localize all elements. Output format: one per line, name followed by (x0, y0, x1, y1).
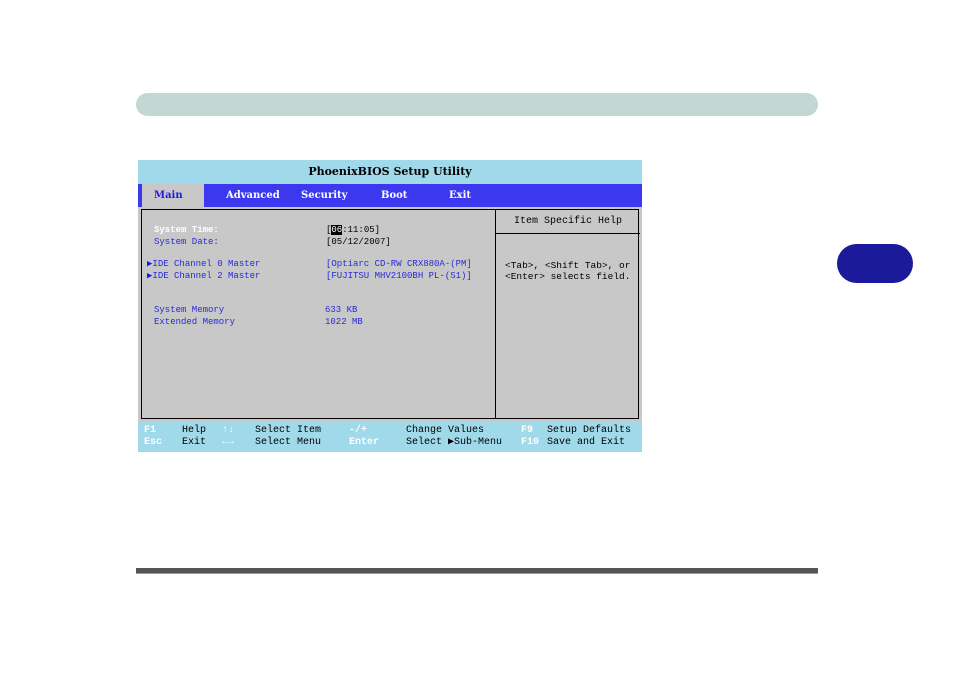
minus-plus-key: -/+ (349, 425, 368, 436)
extended-memory-label: Extended Memory (154, 317, 236, 327)
page-footer-rule (136, 568, 818, 574)
extended-memory-value: 1022 MB (325, 317, 363, 327)
menu-advanced[interactable]: Advanced (226, 184, 280, 207)
key-legend-footer: F1 Help ↑↓ Select Item -/+ Change Values… (138, 421, 642, 452)
help-text: <Tab>, <Shift Tab>, or <Enter> selects f… (505, 260, 631, 282)
bios-title: PhoenixBIOS Setup Utility (138, 160, 642, 184)
system-date-label: System Date: (154, 237, 219, 247)
enter-desc: Select ▶Sub-Menu (406, 437, 502, 449)
left-right-arrows-icon: ←→ (222, 437, 235, 448)
main-settings-panel: System Time: [06:11:05] System Date: [05… (141, 209, 640, 419)
f9-key: F9 (521, 425, 534, 436)
system-time-hour[interactable]: 06 (331, 225, 343, 235)
system-memory-value: 633 KB (325, 305, 358, 315)
f9-desc: Setup Defaults (547, 425, 632, 436)
menu-boot[interactable]: Boot (381, 184, 407, 207)
help-title: Item Specific Help (496, 210, 640, 234)
system-time-label: System Time: (154, 225, 219, 235)
up-down-arrows-icon: ↑↓ (222, 425, 235, 436)
esc-key: Esc (144, 437, 163, 448)
f1-desc: Help (182, 425, 207, 436)
f10-desc: Save and Exit (547, 437, 626, 448)
menu-exit[interactable]: Exit (449, 184, 471, 207)
menu-main[interactable]: Main (142, 184, 204, 207)
ide-channel-2-item[interactable]: ▶IDE Channel 2 Master (147, 271, 260, 282)
updown-desc: Select Item (255, 425, 322, 436)
ide-channel-0-label: IDE Channel 0 Master (152, 259, 261, 269)
ide-channel-2-label: IDE Channel 2 Master (152, 271, 261, 281)
ide-channel-2-value: [FUJITSU MHV2100BH PL-(S1)] (326, 271, 472, 281)
system-time-field[interactable]: [06:11:05] (326, 225, 380, 236)
f1-key: F1 (144, 425, 157, 436)
enter-desc-pre: Select (406, 437, 449, 448)
chapter-tab (837, 244, 913, 283)
system-date-field[interactable]: [05/12/2007] (326, 237, 391, 248)
page-header-bar (136, 93, 818, 116)
system-time-rest: :11:05] (342, 225, 381, 235)
leftright-desc: Select Menu (255, 437, 322, 448)
bios-menu-bar: Main Advanced Security Boot Exit (138, 184, 642, 207)
bios-setup-screen: PhoenixBIOS Setup Utility Main Advanced … (138, 160, 642, 452)
minus-plus-desc: Change Values (406, 425, 485, 436)
ide-channel-0-value: [Optiarc CD-RW CRX880A-(PM] (326, 259, 472, 269)
enter-desc-post: Sub-Menu (454, 437, 503, 448)
enter-key: Enter (349, 437, 380, 448)
item-help-pane: Item Specific Help <Tab>, <Shift Tab>, o… (495, 210, 640, 418)
system-memory-label: System Memory (154, 305, 225, 315)
ide-channel-0-item[interactable]: ▶IDE Channel 0 Master (147, 259, 260, 270)
menu-security[interactable]: Security (301, 184, 347, 207)
f10-key: F10 (521, 437, 540, 448)
esc-desc: Exit (182, 437, 207, 448)
